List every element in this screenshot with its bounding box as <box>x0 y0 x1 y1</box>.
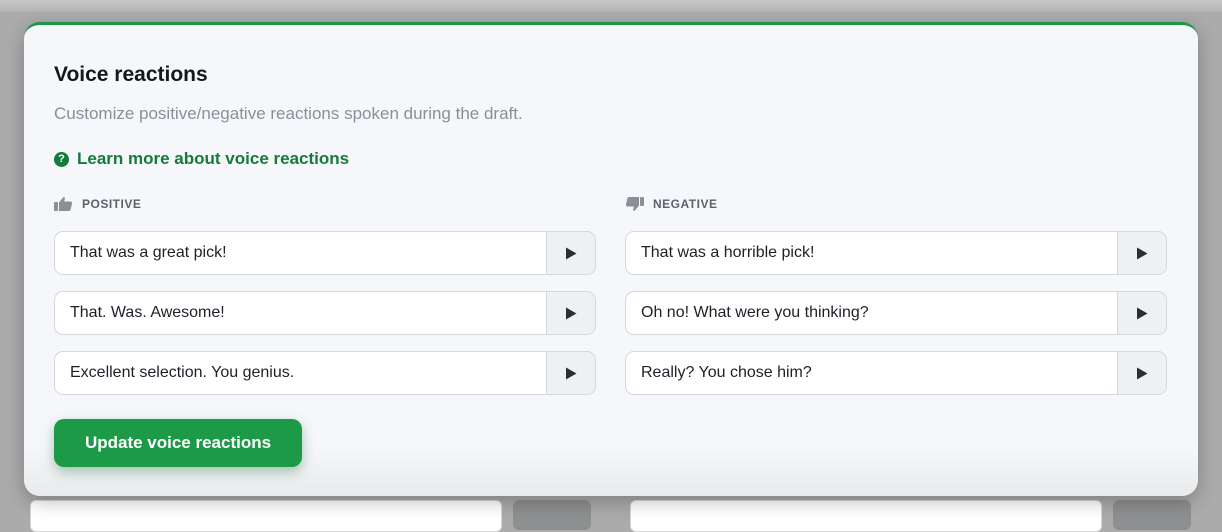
play-icon <box>1137 367 1148 379</box>
positive-reaction-input[interactable] <box>55 352 546 394</box>
backdrop <box>0 0 1222 12</box>
play-button[interactable] <box>1117 232 1166 274</box>
thumbs-up-icon <box>54 197 73 211</box>
play-icon <box>566 367 577 379</box>
positive-reaction-row <box>54 231 596 275</box>
positive-reaction-input[interactable] <box>55 232 546 274</box>
play-icon <box>566 307 577 319</box>
background-button <box>513 500 591 530</box>
update-voice-reactions-button[interactable]: Update voice reactions <box>54 419 302 467</box>
learn-more-label: Learn more about voice reactions <box>77 149 350 168</box>
negative-reaction-input[interactable] <box>626 232 1117 274</box>
positive-header: POSITIVE <box>54 196 141 212</box>
negative-reaction-input[interactable] <box>626 292 1117 334</box>
negative-reaction-row <box>625 231 1167 275</box>
play-icon <box>1137 247 1148 259</box>
help-circle-icon: ? <box>54 151 69 167</box>
negative-header: NEGATIVE <box>625 196 717 212</box>
thumbs-down-icon <box>625 197 644 211</box>
learn-more-link[interactable]: ? Learn more about voice reactions <box>54 149 349 169</box>
play-button[interactable] <box>1117 292 1166 334</box>
play-button[interactable] <box>546 232 595 274</box>
background-input <box>630 500 1102 532</box>
positive-header-label: POSITIVE <box>82 197 142 211</box>
play-button[interactable] <box>1117 352 1166 394</box>
section-title: Voice reactions <box>54 63 208 86</box>
play-button[interactable] <box>546 292 595 334</box>
negative-header-label: NEGATIVE <box>653 197 718 211</box>
background-button <box>1113 500 1191 530</box>
background-input <box>30 500 502 532</box>
negative-reaction-row <box>625 351 1167 395</box>
negative-reaction-row <box>625 291 1167 335</box>
play-icon <box>1137 307 1148 319</box>
positive-reaction-row <box>54 351 596 395</box>
positive-reaction-row <box>54 291 596 335</box>
play-button[interactable] <box>546 352 595 394</box>
section-description: Customize positive/negative reactions sp… <box>54 104 523 123</box>
negative-reaction-input[interactable] <box>626 352 1117 394</box>
positive-reaction-input[interactable] <box>55 292 546 334</box>
voice-reactions-card: Voice reactions Customize positive/negat… <box>24 22 1198 496</box>
play-icon <box>566 247 577 259</box>
